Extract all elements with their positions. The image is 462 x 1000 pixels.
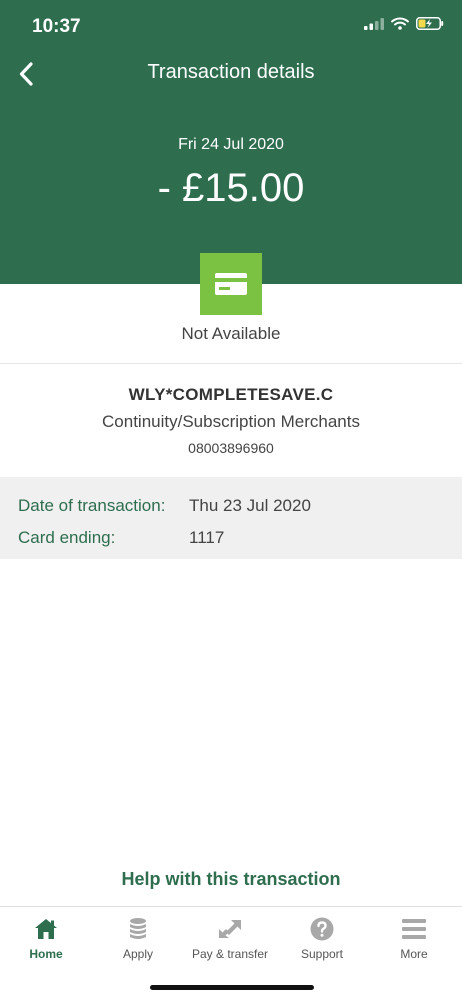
date-of-transaction-value: Thu 23 Jul 2020 bbox=[189, 496, 311, 515]
home-indicator[interactable] bbox=[150, 985, 314, 990]
page-title: Transaction details bbox=[147, 61, 315, 83]
card-tile bbox=[200, 253, 262, 315]
home-icon bbox=[35, 919, 57, 939]
tab-home[interactable]: Home bbox=[0, 907, 92, 973]
transfer-arrows-icon bbox=[219, 920, 241, 938]
credit-card-icon bbox=[215, 273, 247, 295]
help-circle-icon bbox=[310, 917, 334, 941]
tab-more[interactable]: More bbox=[368, 907, 460, 973]
help-with-transaction-link[interactable]: Help with this transaction bbox=[0, 869, 462, 890]
tab-apply[interactable]: Apply bbox=[92, 907, 184, 973]
menu-icon bbox=[402, 919, 426, 939]
tab-pay-transfer-label: Pay & transfer bbox=[191, 947, 269, 961]
status-bar: 10:37 bbox=[0, 0, 462, 52]
tab-pay-transfer[interactable]: Pay & transfer bbox=[184, 907, 276, 973]
signal-icon bbox=[364, 17, 384, 30]
card-ending-value: 1117 bbox=[189, 528, 225, 547]
date-of-transaction-label: Date of transaction: bbox=[18, 496, 166, 515]
tab-support[interactable]: Support bbox=[276, 907, 368, 973]
section-divider bbox=[0, 363, 462, 364]
merchant-name: WLY*COMPLETESAVE.C bbox=[128, 385, 334, 404]
merchant-phone: 08003896960 bbox=[188, 440, 274, 456]
tab-home-label: Home bbox=[29, 947, 63, 961]
status-time: 10:37 bbox=[32, 16, 81, 37]
nav-row: Transaction details bbox=[0, 52, 462, 96]
header-banner: 10:37 Transaction details Fri 24 Jul 202… bbox=[0, 0, 462, 284]
battery-charging-icon bbox=[416, 17, 444, 30]
transaction-details-panel: Date of transaction: Thu 23 Jul 2020 Car… bbox=[0, 477, 462, 559]
coin-stack-icon bbox=[130, 918, 146, 939]
tab-apply-label: Apply bbox=[122, 947, 154, 961]
tab-support-label: Support bbox=[300, 947, 344, 961]
transaction-amount: - £15.00 bbox=[157, 166, 305, 210]
card-status: Not Available bbox=[181, 324, 281, 343]
transaction-posted-date: Fri 24 Jul 2020 bbox=[178, 136, 284, 153]
status-icons bbox=[364, 17, 444, 30]
card-ending-label: Card ending: bbox=[18, 528, 116, 547]
wifi-icon bbox=[391, 17, 409, 30]
tab-more-label: More bbox=[400, 947, 428, 961]
merchant-category: Continuity/Subscription Merchants bbox=[102, 412, 360, 431]
